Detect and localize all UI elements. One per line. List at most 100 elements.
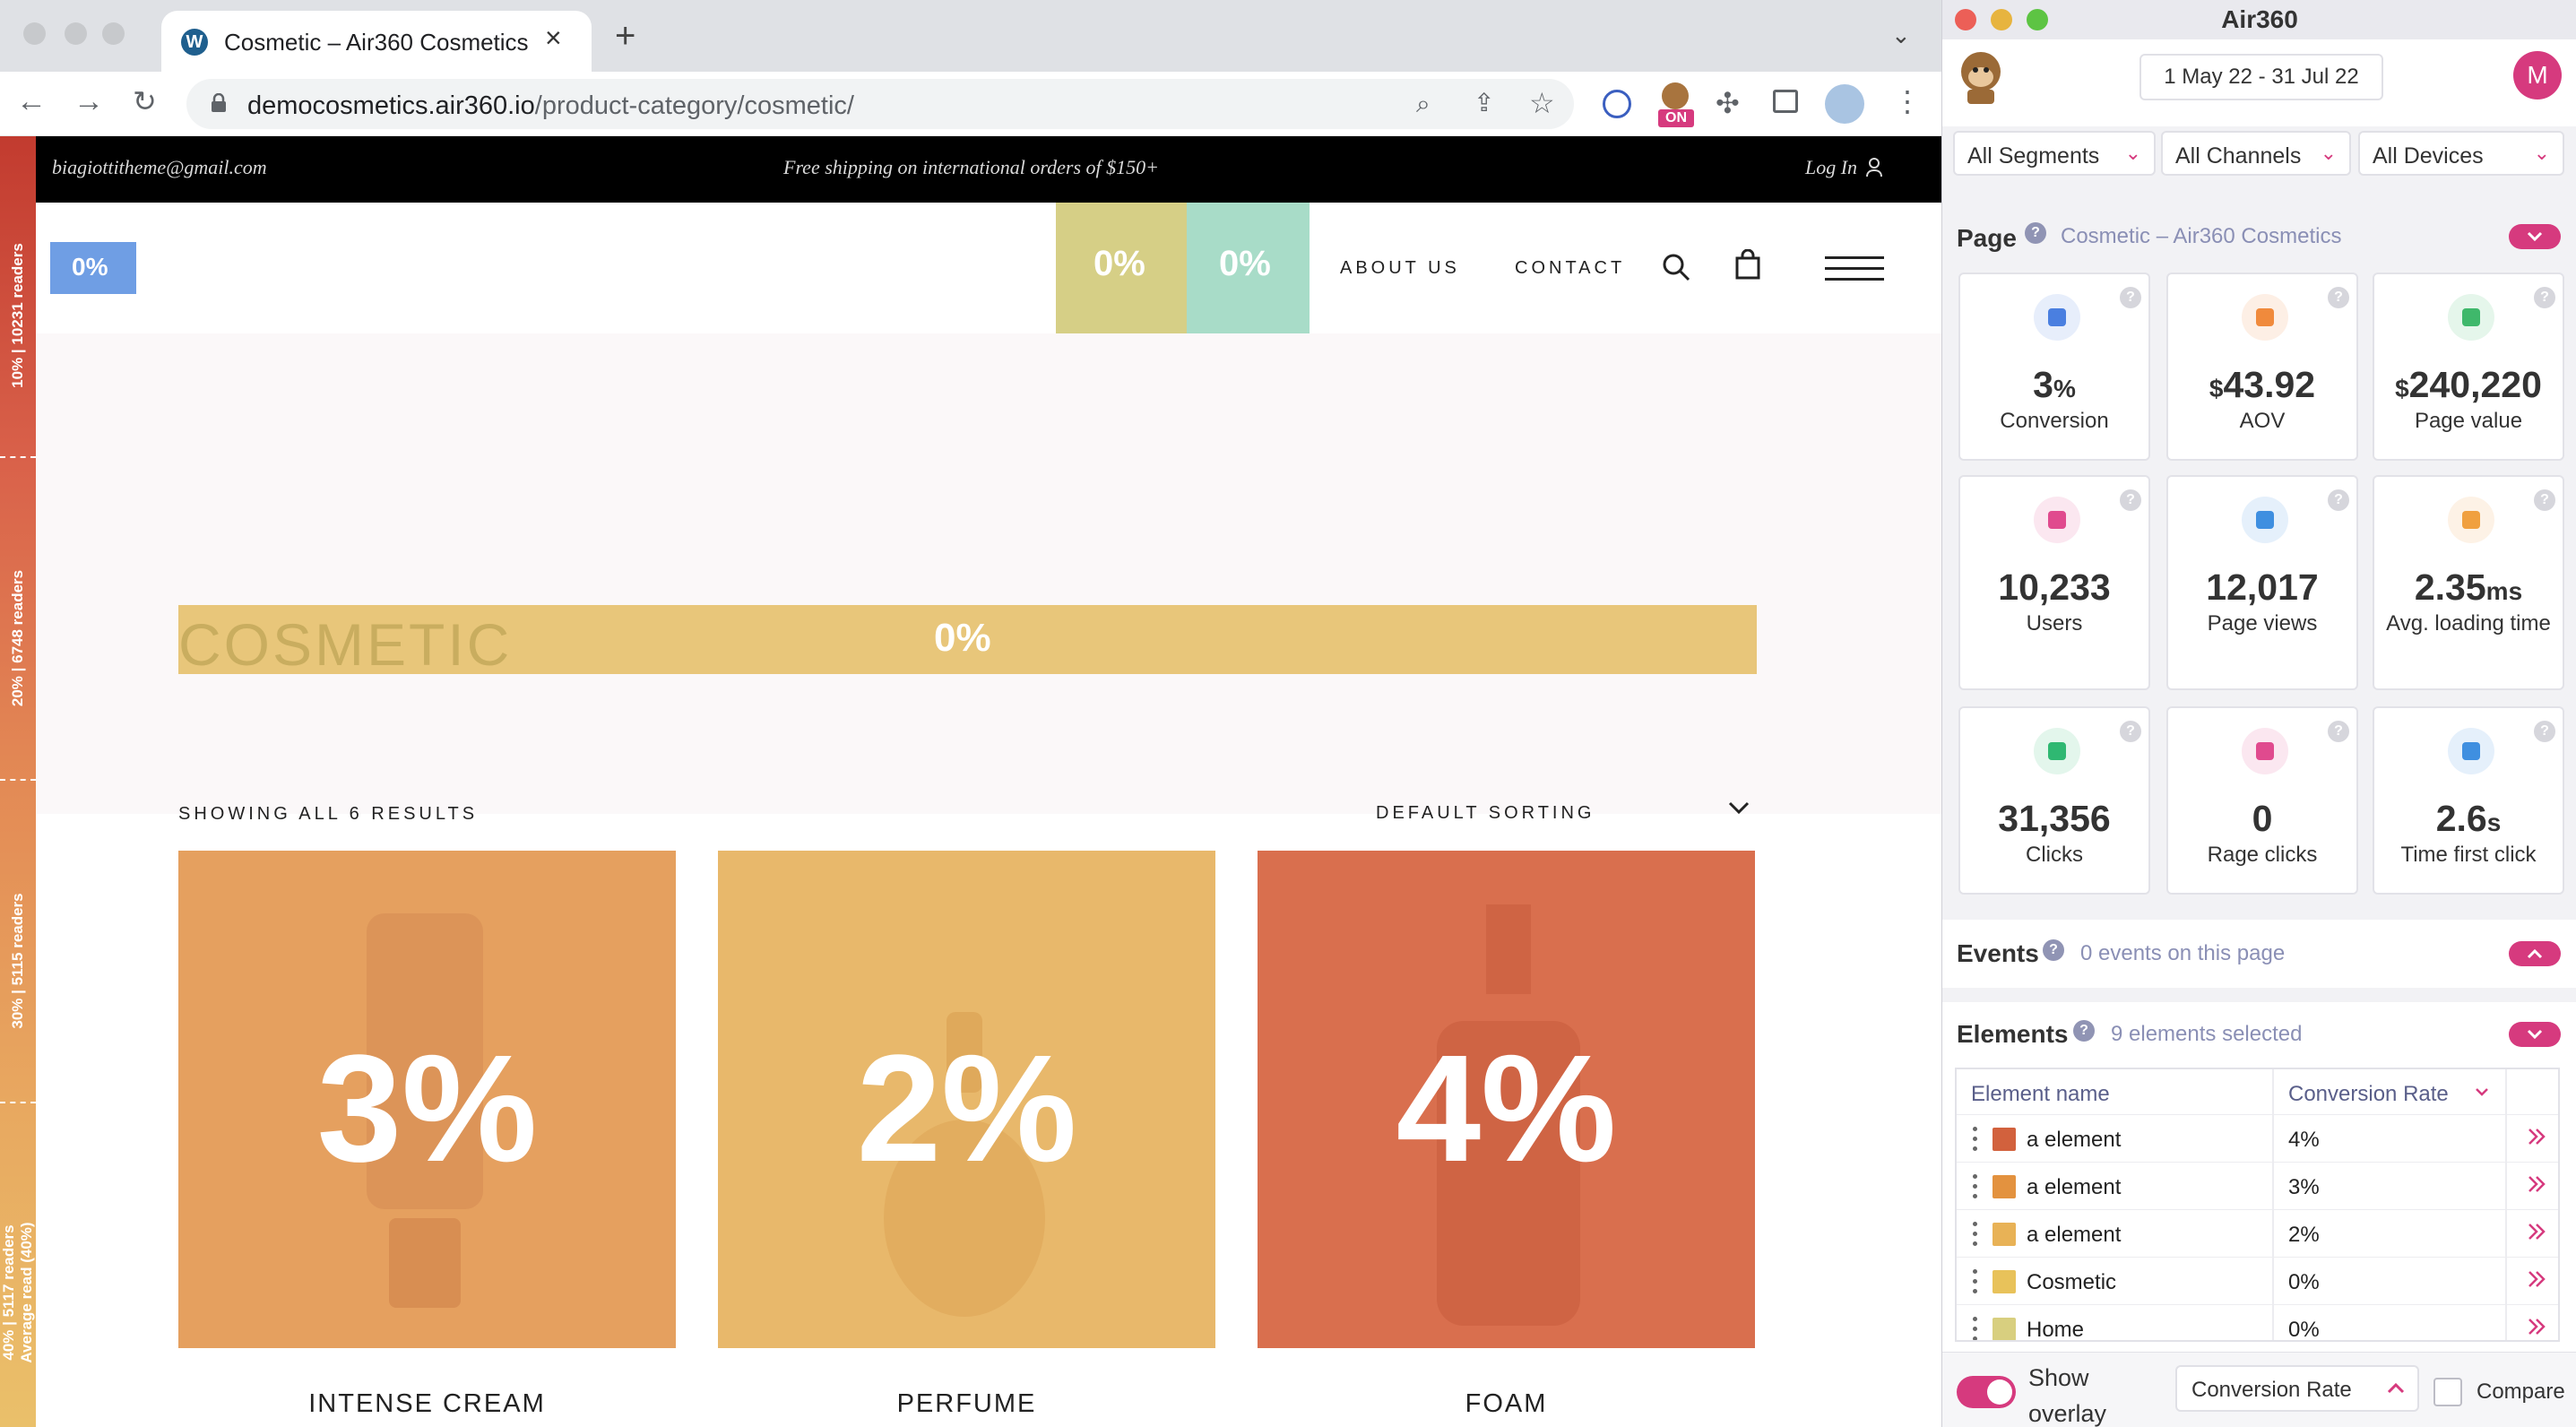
user-icon [1866,158,1882,177]
logo-overlay[interactable]: 0% [50,242,136,294]
col-conversion-rate[interactable]: Conversion Rate [2288,1082,2449,1107]
product-card-perfume[interactable]: 2% [718,851,1215,1348]
tab-active[interactable]: W Cosmetic – Air360 Cosmetics × [161,11,592,72]
address-bar[interactable]: democosmetics.air360.io/product-category… [186,79,1574,129]
sort-chevron-icon[interactable] [2475,1087,2489,1096]
drag-handle-icon[interactable] [1973,1317,1978,1340]
forward-icon[interactable]: → [73,84,104,119]
nav-about[interactable]: ABOUT US [1340,258,1460,279]
metric-card-users: ? 10,233 Users [1958,475,2150,690]
new-tab-icon[interactable]: + [615,16,635,56]
help-icon[interactable]: ? [2328,489,2349,511]
element-name: Home [2027,1318,2085,1342]
devices-dropdown[interactable]: All Devices ⌄ [2358,131,2564,176]
zoom-icon[interactable]: ⌕ [1416,90,1431,119]
metric-label: AOV [2239,409,2286,433]
hamburger-menu-icon[interactable] [1825,256,1884,281]
drag-handle-icon[interactable] [1973,1174,1978,1199]
metric-label: Avg. loading time [2386,611,2551,636]
row-open-icon[interactable] [2527,1126,2546,1147]
topbar-login[interactable]: Log In [1805,156,1857,179]
tab-close-icon[interactable]: × [545,22,562,55]
compare-label: Compare [2477,1379,2565,1404]
drag-handle-icon[interactable] [1973,1269,1978,1294]
window-zoom-button[interactable] [102,22,125,45]
show-overlay-toggle[interactable] [1957,1376,2016,1408]
help-icon[interactable]: ? [2120,489,2141,511]
results-count: SHOWING ALL 6 RESULTS [178,804,479,824]
help-icon[interactable]: ? [2120,721,2141,742]
compare-checkbox[interactable] [2433,1378,2462,1406]
back-icon[interactable]: ← [16,84,47,119]
product-name[interactable]: PERFUME [718,1389,1215,1419]
help-icon[interactable]: ? [2073,1020,2095,1042]
site-topbar: biagiottitheme@gmail.com Free shipping o… [0,136,1941,203]
user-avatar[interactable]: M [2513,51,2562,99]
metric-card-rage-clicks: ? 0 Rage clicks [2166,706,2358,895]
hero-title: COSMETIC [178,611,513,678]
elements-collapse-button[interactable] [2509,1022,2561,1047]
topbar-shipping: Free shipping on international orders of… [783,156,1159,178]
sorting-chevron-icon[interactable] [1728,801,1750,814]
nav-contact[interactable]: CONTACT [1515,258,1625,279]
drag-handle-icon[interactable] [1973,1222,1978,1247]
events-expand-button[interactable] [2509,941,2561,966]
elements-table-row[interactable]: a element 4% [1957,1114,2558,1163]
help-icon[interactable]: ? [2534,721,2555,742]
topbar-email[interactable]: biagiottitheme@gmail.com [52,156,267,179]
row-open-icon[interactable] [2527,1268,2546,1290]
sidepanel-icon[interactable] [1773,90,1798,113]
overlay-metric-select[interactable]: Conversion Rate [2175,1365,2419,1412]
help-icon[interactable]: ? [2043,939,2064,961]
metric-label: Users [2026,611,2083,636]
page-name: Cosmetic – Air360 Cosmetics [2061,224,2342,248]
elements-table-row[interactable]: Cosmetic 0% [1957,1257,2558,1305]
tab-search-chevron-icon[interactable]: ⌄ [1891,22,1911,49]
product-card-foam[interactable]: 4% [1258,851,1755,1348]
share-icon[interactable]: ⇪ [1474,88,1494,117]
element-name: Cosmetic [2027,1270,2117,1294]
extensions-puzzle-icon[interactable]: ✣ [1716,86,1740,120]
air360-extension-icon[interactable]: ON [1658,82,1694,129]
bookmark-star-icon[interactable]: ☆ [1529,86,1555,120]
drag-handle-icon[interactable] [1973,1127,1978,1152]
search-icon[interactable] [1662,253,1690,281]
product-name[interactable]: INTENSE CREAM [178,1389,676,1419]
help-icon[interactable]: ? [2328,721,2349,742]
nav-overlay-2[interactable]: 0% [1187,203,1310,333]
reload-icon[interactable]: ↻ [133,84,157,118]
row-open-icon[interactable] [2527,1173,2546,1195]
sorting-select[interactable]: DEFAULT SORTING [1376,803,1595,824]
element-color-swatch [1993,1128,2016,1151]
window-minimize-button[interactable] [65,22,87,45]
elements-table-row[interactable]: Home 0% [1957,1304,2558,1342]
browser-menu-icon[interactable]: ⋮ [1893,84,1922,118]
row-open-icon[interactable] [2527,1316,2546,1337]
page-section-collapse-button[interactable] [2509,224,2561,249]
hero-title-overlay[interactable]: COSMETIC 0% [178,605,1757,678]
help-icon[interactable]: ? [2534,287,2555,308]
browser-toolbar: ← → ↻ democosmetics.air360.io/product-ca… [0,72,1941,136]
elements-table-row[interactable]: a element 3% [1957,1162,2558,1210]
cart-icon[interactable] [1735,249,1760,280]
show-overlay-label: Show overlay [2028,1364,2107,1427]
help-icon[interactable]: ? [2025,222,2046,244]
window-close-button[interactable] [23,22,46,45]
profile-avatar[interactable] [1825,84,1864,124]
nav-overlay-1[interactable]: 0% [1056,203,1187,333]
channels-dropdown[interactable]: All Channels ⌄ [2161,131,2351,176]
help-icon[interactable]: ? [2534,489,2555,511]
scroll-heatmap-bar: 10% | 10231 readers 20% | 6748 readers 3… [0,136,36,1427]
product-name[interactable]: FOAM [1258,1389,1755,1419]
date-range-picker[interactable]: 1 May 22 - 31 Jul 22 [2139,54,2383,100]
product-card-intense-cream[interactable]: 3% [178,851,676,1348]
segments-dropdown[interactable]: All Segments ⌄ [1953,131,2156,176]
help-icon[interactable]: ? [2120,287,2141,308]
help-icon[interactable]: ? [2328,287,2349,308]
password-manager-icon[interactable] [1603,90,1631,118]
hero-section: COSMETIC 0% [36,333,1941,814]
elements-table-row[interactable]: a element 2% [1957,1209,2558,1258]
element-color-swatch [1993,1270,2016,1293]
metric-card-aov: ? $43.92 AOV [2166,272,2358,461]
row-open-icon[interactable] [2527,1221,2546,1242]
